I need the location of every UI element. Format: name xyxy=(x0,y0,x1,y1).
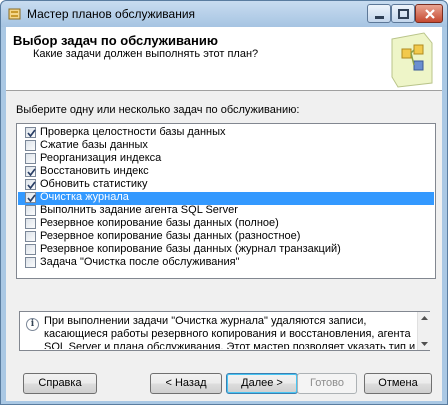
help-button[interactable]: Справка xyxy=(23,373,97,394)
minimize-icon xyxy=(375,16,384,19)
task-label: Обновить статистику xyxy=(40,178,148,190)
task-label: Сжатие базы данных xyxy=(40,139,148,151)
task-description-box: i При выполнении задачи "Очистка журнала… xyxy=(19,311,430,351)
minimize-button[interactable] xyxy=(367,4,391,23)
checkmark-icon xyxy=(27,129,36,138)
task-checkbox[interactable] xyxy=(25,140,36,151)
next-button[interactable]: Далее > xyxy=(226,373,298,394)
task-checkbox[interactable] xyxy=(25,166,36,177)
app-icon xyxy=(8,8,21,20)
cancel-button[interactable]: Отмена xyxy=(364,373,432,394)
checkmark-icon xyxy=(27,168,36,177)
task-checkbox[interactable] xyxy=(25,231,36,242)
task-checkbox[interactable] xyxy=(25,153,36,164)
task-checkbox[interactable] xyxy=(25,257,36,268)
scroll-down-arrow-icon[interactable] xyxy=(421,342,428,346)
wizard-window: Мастер планов обслуживания Выбор задач п… xyxy=(0,0,448,405)
checkmark-icon xyxy=(27,194,36,203)
dialog-body: Выбор задач по обслуживанию Какие задачи… xyxy=(6,27,442,401)
task-label: Резервное копирование базы данных (журна… xyxy=(40,243,341,255)
task-checkbox[interactable] xyxy=(25,127,36,138)
close-icon xyxy=(425,9,435,19)
task-label: Выполнить задание агента SQL Server xyxy=(40,204,238,216)
task-item[interactable]: Задача "Очистка после обслуживания" xyxy=(18,256,434,270)
task-label: Резервное копирование базы данных (полно… xyxy=(40,217,279,229)
page-title: Выбор задач по обслуживанию xyxy=(13,33,218,48)
wizard-banner-icon xyxy=(391,32,433,88)
task-label: Задача "Очистка после обслуживания" xyxy=(40,256,240,268)
task-checkbox[interactable] xyxy=(25,179,36,190)
close-button[interactable] xyxy=(415,4,443,23)
task-label: Проверка целостности базы данных xyxy=(40,126,226,138)
info-icon: i xyxy=(26,318,39,331)
task-label: Резервное копирование базы данных (разно… xyxy=(40,230,301,242)
window-title: Мастер планов обслуживания xyxy=(27,7,196,21)
task-label: Очистка журнала xyxy=(40,191,129,203)
maximize-icon xyxy=(398,9,409,19)
description-scrollbar[interactable] xyxy=(417,312,430,350)
page-subtitle: Какие задачи должен выполнять этот план? xyxy=(33,48,259,60)
task-checkbox[interactable] xyxy=(25,205,36,216)
finish-button[interactable]: Готово xyxy=(297,373,357,394)
checkmark-icon xyxy=(27,181,36,190)
wizard-header: Выбор задач по обслуживанию Какие задачи… xyxy=(6,27,442,91)
title-bar[interactable]: Мастер планов обслуживания xyxy=(1,1,447,27)
task-description-text: При выполнении задачи "Очистка журнала" … xyxy=(44,315,416,349)
task-checkbox[interactable] xyxy=(25,192,36,203)
maximize-button[interactable] xyxy=(391,4,415,23)
scroll-up-arrow-icon[interactable] xyxy=(421,316,428,320)
task-checkbox[interactable] xyxy=(25,244,36,255)
task-checkbox[interactable] xyxy=(25,218,36,229)
task-prompt-label: Выберите одну или несколько задач по обс… xyxy=(16,104,300,116)
task-label: Реорганизация индекса xyxy=(40,152,162,164)
task-checklist[interactable]: Проверка целостности базы данных Сжатие … xyxy=(16,123,436,279)
back-button[interactable]: < Назад xyxy=(150,373,222,394)
task-label: Восстановить индекс xyxy=(40,165,149,177)
